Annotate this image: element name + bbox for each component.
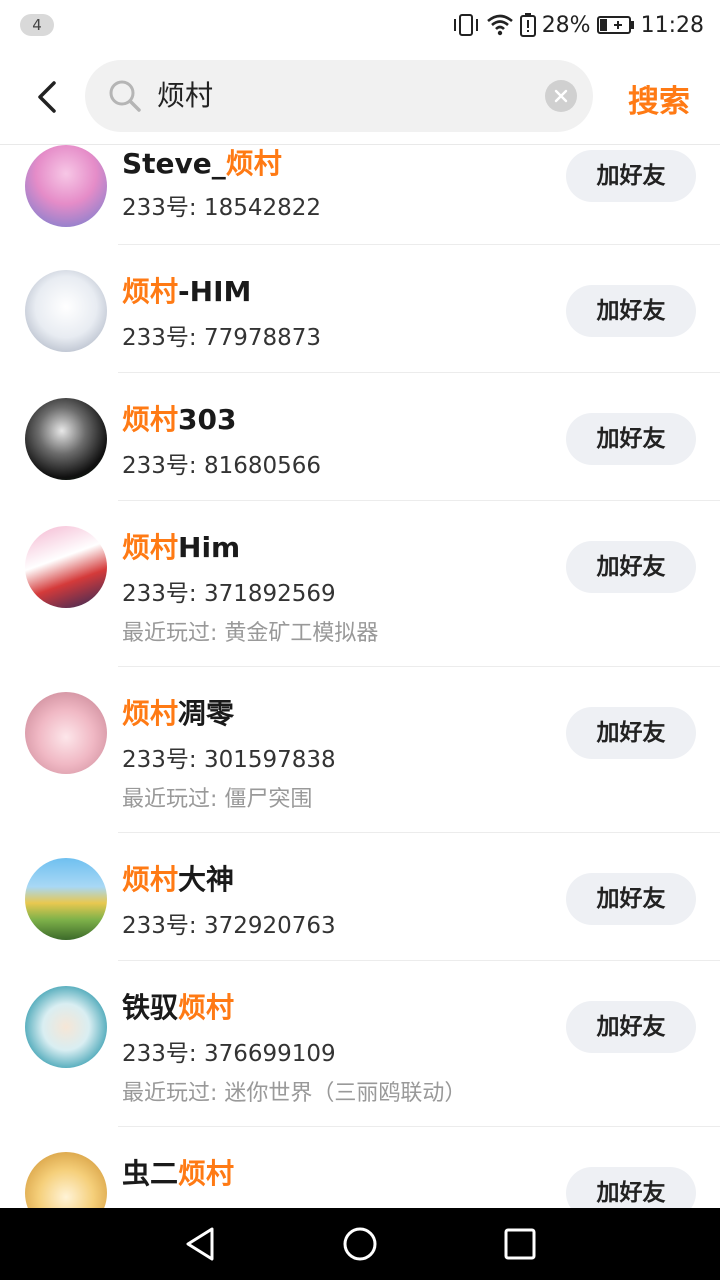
avatar[interactable] <box>25 526 107 608</box>
add-friend-button[interactable]: 加好友 <box>566 413 696 465</box>
nav-back-icon[interactable] <box>180 1224 220 1264</box>
search-results-list[interactable]: Steve_烦村 233号: 18542822 加好友 烦村-HIM 233号:… <box>0 145 720 1208</box>
recently-played: 最近玩过: 黄金矿工模拟器 <box>122 621 379 646</box>
add-friend-button[interactable]: 加好友 <box>566 707 696 759</box>
list-item: 烦村大神 233号: 372920763 加好友 <box>0 833 720 961</box>
list-item: 烦村-HIM 233号: 77978873 加好友 <box>0 245 720 373</box>
battery-charging-icon <box>596 15 635 35</box>
user-name: Steve_烦村 <box>122 147 282 180</box>
battery-alert-icon <box>519 13 536 37</box>
user-id: 233号: 77978873 <box>122 325 322 351</box>
add-friend-button[interactable]: 加好友 <box>566 1001 696 1053</box>
user-id: 233号: 81680566 <box>122 453 322 479</box>
list-item: 铁驭烦村 233号: 376699109 最近玩过: 迷你世界（三丽鸥联动） 加… <box>0 961 720 1127</box>
list-item: 虫二烦村 233号: 392242916 加好友 <box>0 1127 720 1208</box>
avatar[interactable] <box>25 398 107 480</box>
user-id: 233号: 301597838 <box>122 747 336 773</box>
user-name: 烦村Him <box>122 531 241 564</box>
user-name: 铁驭烦村 <box>122 991 235 1024</box>
recently-played: 最近玩过: 僵尸突围 <box>122 787 313 812</box>
list-item: 烦村Him 233号: 371892569 最近玩过: 黄金矿工模拟器 加好友 <box>0 501 720 667</box>
avatar[interactable] <box>25 145 107 227</box>
battery-percent: 28% <box>541 12 591 38</box>
add-friend-button[interactable]: 加好友 <box>566 285 696 337</box>
avatar[interactable] <box>25 692 107 774</box>
status-bar: 4 28% 11:28 <box>0 0 720 50</box>
system-nav-bar <box>0 1208 720 1280</box>
list-item: 烦村303 233号: 81680566 加好友 <box>0 373 720 501</box>
notification-badge: 4 <box>20 14 54 36</box>
wifi-icon <box>486 13 514 37</box>
recently-played: 最近玩过: 迷你世界（三丽鸥联动） <box>122 1081 467 1106</box>
avatar[interactable] <box>25 986 107 1068</box>
list-item: 烦村凋零 233号: 301597838 最近玩过: 僵尸突围 加好友 <box>0 667 720 833</box>
avatar[interactable] <box>25 270 107 352</box>
search-input[interactable]: 烦村 <box>157 60 537 132</box>
user-name: 烦村凋零 <box>122 697 235 730</box>
user-name: 虫二烦村 <box>122 1157 235 1190</box>
avatar[interactable] <box>25 858 107 940</box>
search-icon <box>109 80 141 112</box>
clock: 11:28 <box>640 12 704 38</box>
nav-home-icon[interactable] <box>340 1224 380 1264</box>
search-header: 烦村 搜索 <box>0 50 720 145</box>
user-id: 233号: 372920763 <box>122 913 336 939</box>
add-friend-button[interactable]: 加好友 <box>566 150 696 202</box>
nav-recents-icon[interactable] <box>500 1224 540 1264</box>
status-icons: 28% 11:28 <box>452 8 704 42</box>
add-friend-button[interactable]: 加好友 <box>566 1167 696 1208</box>
search-button[interactable]: 搜索 <box>628 76 690 121</box>
add-friend-button[interactable]: 加好友 <box>566 873 696 925</box>
add-friend-button[interactable]: 加好友 <box>566 541 696 593</box>
vibrate-icon <box>452 13 480 37</box>
user-id: 233号: 371892569 <box>122 581 336 607</box>
user-name: 烦村303 <box>122 403 237 436</box>
search-box[interactable]: 烦村 <box>85 60 593 132</box>
user-id: 233号: 392242916 <box>122 1200 336 1208</box>
list-item: Steve_烦村 233号: 18542822 加好友 <box>0 145 720 245</box>
avatar[interactable] <box>25 1152 107 1208</box>
user-id: 233号: 376699109 <box>122 1041 336 1067</box>
back-arrow-icon <box>38 81 56 113</box>
back-button[interactable] <box>22 72 72 122</box>
clear-search-icon[interactable] <box>545 80 577 112</box>
user-name: 烦村大神 <box>122 863 235 896</box>
user-name: 烦村-HIM <box>122 275 252 308</box>
user-id: 233号: 18542822 <box>122 195 322 221</box>
